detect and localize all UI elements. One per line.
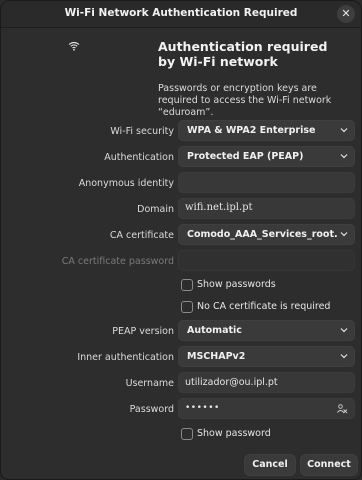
- username-label: Username: [125, 378, 174, 389]
- peap-version-value: Automatic: [187, 325, 242, 336]
- show-passwords-label: Show passwords: [197, 279, 276, 290]
- checkbox-box[interactable]: [181, 301, 193, 313]
- peap-version-label: PEAP version: [112, 326, 174, 337]
- checkbox-box[interactable]: [181, 279, 193, 291]
- connect-button[interactable]: Connect: [300, 454, 358, 476]
- title-bar: Wi-Fi Network Authentication Required ✕: [1, 1, 361, 28]
- chevron-down-icon: [340, 128, 348, 133]
- anonymous-identity-field[interactable]: [178, 172, 355, 193]
- wifi-security-dropdown[interactable]: WPA & WPA2 Enterprise: [178, 120, 355, 141]
- domain-label: Domain: [137, 204, 174, 215]
- cancel-button[interactable]: Cancel: [244, 454, 296, 476]
- username-field[interactable]: utilizador@ou.ipl.pt: [178, 372, 355, 393]
- close-button[interactable]: ✕: [337, 5, 355, 23]
- peap-version-dropdown[interactable]: Automatic: [178, 320, 355, 341]
- domain-value: wifi.net.ipl.pt: [185, 202, 253, 213]
- dialog-heading: Authentication required by Wi-Fi network: [158, 39, 328, 69]
- inner-authentication-dropdown[interactable]: MSCHAPv2: [178, 346, 355, 367]
- ca-certificate-value: Comodo_AAA_Services_root.pem: [187, 229, 337, 240]
- auth-dialog: Wi-Fi Network Authentication Required ✕ …: [0, 0, 362, 480]
- wifi-icon: [68, 41, 80, 51]
- chevron-down-icon: [340, 354, 348, 359]
- authentication-value: Protected EAP (PEAP): [187, 151, 304, 162]
- authentication-label: Authentication: [104, 152, 174, 163]
- domain-field[interactable]: wifi.net.ipl.pt: [178, 198, 355, 219]
- no-ca-required-label: No CA certificate is required: [197, 301, 331, 312]
- chevron-down-icon: [340, 328, 348, 333]
- password-field[interactable]: ••••••: [178, 398, 355, 419]
- wifi-security-value: WPA & WPA2 Enterprise: [187, 125, 316, 136]
- username-value: utilizador@ou.ipl.pt: [185, 377, 278, 388]
- inner-authentication-label: Inner authentication: [77, 352, 174, 363]
- wifi-security-label: Wi-Fi security: [110, 126, 174, 137]
- anonymous-identity-label: Anonymous identity: [78, 178, 174, 189]
- chevron-down-icon: [340, 154, 348, 159]
- inner-authentication-value: MSCHAPv2: [187, 351, 246, 362]
- chevron-down-icon: [340, 232, 348, 237]
- user-password-icon[interactable]: [336, 403, 348, 415]
- ca-certificate-password-label: CA certificate password: [61, 256, 174, 267]
- dialog-description: Passwords or encryption keys are require…: [158, 83, 332, 118]
- ca-certificate-label: CA certificate: [109, 230, 174, 241]
- show-password-label: Show password: [197, 428, 271, 439]
- authentication-dropdown[interactable]: Protected EAP (PEAP): [178, 146, 355, 167]
- password-value: ••••••: [185, 403, 220, 413]
- password-label: Password: [129, 404, 174, 415]
- ca-certificate-password-field: [178, 250, 355, 271]
- checkbox-box[interactable]: [181, 428, 193, 440]
- window-title: Wi-Fi Network Authentication Required: [64, 7, 298, 19]
- ca-certificate-dropdown[interactable]: Comodo_AAA_Services_root.pem: [178, 224, 355, 245]
